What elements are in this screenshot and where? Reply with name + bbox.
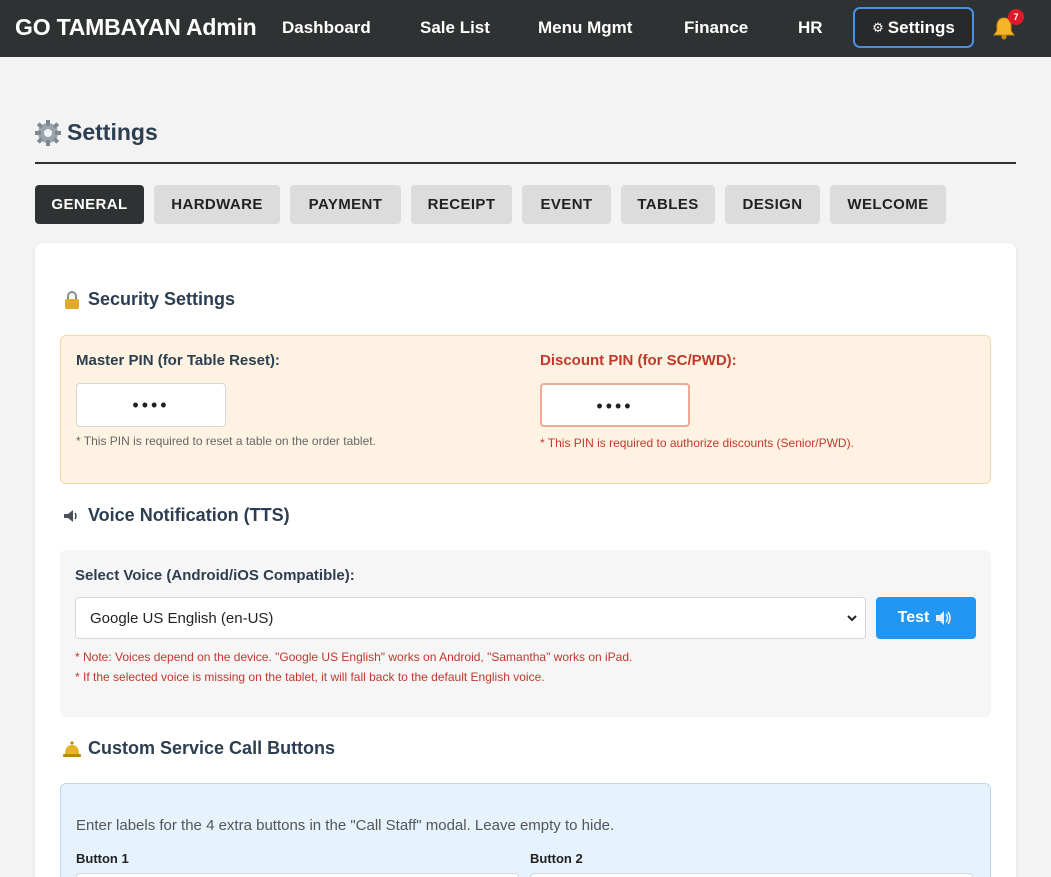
- voice-note-1: * Note: Voices depend on the device. "Go…: [75, 650, 633, 664]
- gear-icon: ⚙: [872, 19, 884, 35]
- discount-pin-label: Discount PIN (for SC/PWD):: [540, 352, 737, 369]
- title-divider: [35, 162, 1016, 164]
- tab-payment[interactable]: PAYMENT: [290, 185, 401, 224]
- call-buttons-heading: Custom Service Call Buttons: [62, 738, 335, 759]
- page-title-text: Settings: [67, 119, 158, 145]
- speaker-icon: [64, 509, 77, 522]
- discount-pin-input[interactable]: ••••: [540, 383, 690, 427]
- button-1-label: Button 1: [76, 851, 129, 866]
- tab-receipt[interactable]: RECEIPT: [411, 185, 512, 224]
- tab-welcome[interactable]: WELCOME: [830, 185, 946, 224]
- tab-general[interactable]: GENERAL: [35, 185, 144, 224]
- nav-hr[interactable]: HR: [798, 18, 823, 38]
- master-pin-label: Master PIN (for Table Reset):: [76, 352, 280, 369]
- tab-hardware[interactable]: HARDWARE: [154, 185, 280, 224]
- speaker-icon: [936, 611, 952, 625]
- security-heading: Security Settings: [62, 289, 235, 310]
- app-title[interactable]: GO TAMBAYAN Admin: [15, 14, 257, 41]
- voice-select-label: Select Voice (Android/iOS Compatible):: [75, 567, 355, 584]
- nav-sale-list[interactable]: Sale List: [420, 18, 490, 38]
- voice-note-2: * If the selected voice is missing on th…: [75, 670, 545, 684]
- voice-heading: Voice Notification (TTS): [62, 505, 290, 526]
- tab-tables[interactable]: TABLES: [621, 185, 715, 224]
- voice-select-value: Google US English (en-US): [90, 609, 274, 627]
- button-1-input[interactable]: [76, 873, 519, 877]
- page-title: Settings: [35, 119, 158, 146]
- notification-badge: 7: [1008, 9, 1024, 25]
- nav-settings[interactable]: ⚙ Settings: [853, 7, 974, 48]
- master-pin-input[interactable]: ••••: [76, 383, 226, 427]
- master-pin-note: * This PIN is required to reset a table …: [76, 434, 376, 448]
- chevron-down-icon: [847, 615, 857, 622]
- call-buttons-description: Enter labels for the 4 extra buttons in …: [76, 817, 615, 834]
- nav-dashboard[interactable]: Dashboard: [282, 18, 371, 38]
- voice-select[interactable]: Google US English (en-US): [75, 597, 866, 639]
- discount-pin-note: * This PIN is required to authorize disc…: [540, 436, 854, 450]
- button-2-label: Button 2: [530, 851, 583, 866]
- lock-icon: [65, 290, 79, 309]
- nav-finance[interactable]: Finance: [684, 18, 748, 38]
- nav-settings-label: Settings: [887, 17, 955, 37]
- service-bell-icon: [63, 740, 81, 757]
- tab-design[interactable]: DESIGN: [725, 185, 820, 224]
- test-voice-button[interactable]: Test: [876, 597, 976, 639]
- tab-event[interactable]: EVENT: [522, 185, 611, 224]
- top-nav-bar: GO TAMBAYAN Admin Dashboard Sale List Me…: [0, 0, 1051, 57]
- gear-icon: [35, 119, 61, 146]
- nav-menu-mgmt[interactable]: Menu Mgmt: [538, 18, 632, 38]
- button-2-input[interactable]: [530, 873, 973, 877]
